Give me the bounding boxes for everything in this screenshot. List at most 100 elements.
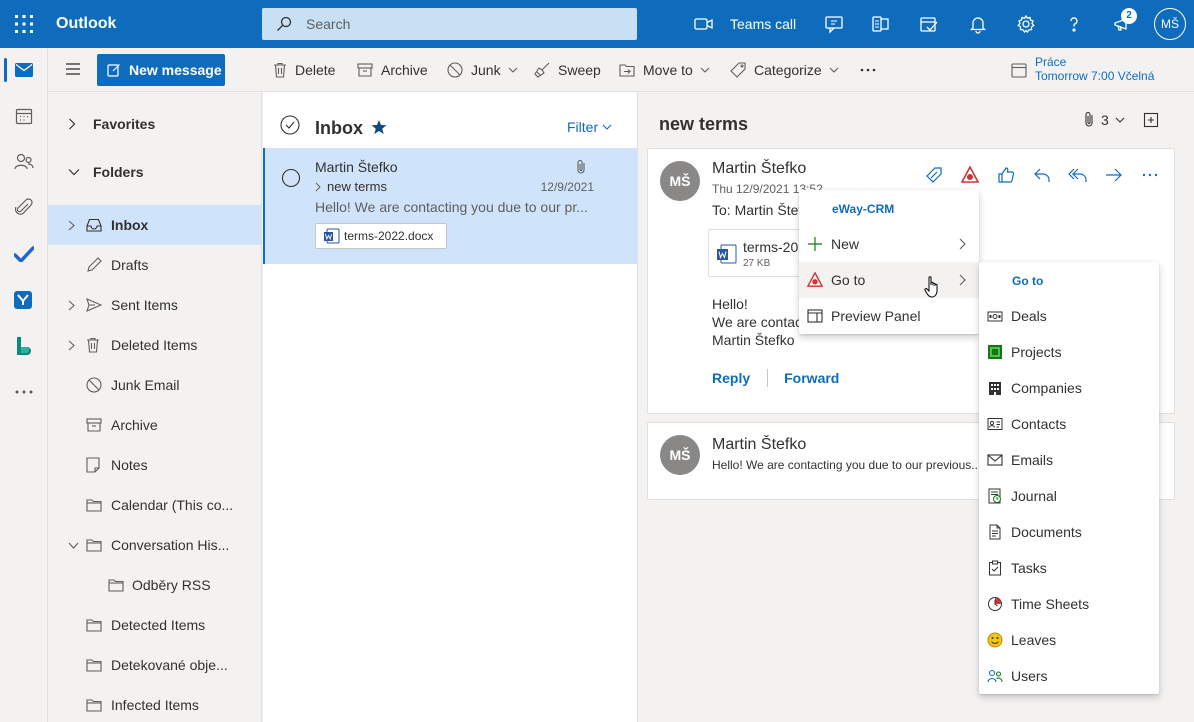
menu-item-tasks[interactable]: Tasks	[979, 550, 1159, 586]
teams-call-button[interactable]: Teams call	[694, 12, 796, 36]
reply-button[interactable]	[1024, 163, 1060, 187]
folder-calendar[interactable]: Calendar (This co...	[48, 485, 261, 525]
menu-item-time-sheets[interactable]: Time Sheets	[979, 586, 1159, 622]
paperclip-icon	[577, 159, 585, 174]
delete-button[interactable]: Delete	[273, 60, 335, 80]
folder-detekovane[interactable]: Detekované obje...	[48, 645, 261, 685]
menu-item-journal[interactable]: Journal	[979, 478, 1159, 514]
rail-bookings[interactable]	[0, 324, 48, 368]
word-doc-icon	[324, 228, 340, 244]
rail-files[interactable]	[0, 186, 48, 230]
folder-icon	[108, 578, 124, 592]
folder-icon	[86, 698, 102, 712]
categorize-button[interactable]: Categorize	[730, 60, 839, 80]
menu-item-label: New	[831, 236, 860, 252]
forward-link[interactable]: Forward	[784, 370, 839, 386]
folder-inbox[interactable]: Inbox	[48, 205, 261, 245]
hamburger-icon[interactable]	[65, 62, 81, 76]
menu-item-go-to[interactable]: Go to	[799, 262, 979, 298]
chevron-right-icon[interactable]	[315, 182, 321, 192]
rail-people[interactable]	[0, 140, 48, 184]
projects-icon	[988, 345, 1002, 359]
upcoming-event[interactable]: Práce Tomorrow 7:00 Včelná	[1011, 55, 1154, 83]
folder-detected-items[interactable]: Detected Items	[48, 605, 261, 645]
menu-item-companies[interactable]: Companies	[979, 370, 1159, 406]
move-to-button[interactable]: Move to	[619, 60, 710, 80]
sender-avatar[interactable]: MŠ	[660, 435, 700, 475]
star-icon[interactable]	[371, 119, 387, 135]
like-button[interactable]	[988, 163, 1024, 187]
menu-item-preview-panel[interactable]: Preview Panel	[799, 298, 979, 334]
reply-all-button[interactable]	[1060, 163, 1096, 187]
eway-link-button[interactable]	[916, 163, 952, 187]
junk-button[interactable]: Junk	[447, 60, 518, 80]
more-actions-button[interactable]	[860, 60, 876, 80]
rail-yammer[interactable]	[0, 278, 48, 322]
eway-crm-button[interactable]	[952, 163, 988, 187]
open-new-window-icon[interactable]	[1143, 112, 1159, 128]
attachment-count[interactable]: 3	[1101, 112, 1109, 128]
gear-icon[interactable]	[1014, 12, 1038, 36]
folder-junk-email[interactable]: Junk Email	[48, 365, 261, 405]
rail-mail[interactable]	[0, 48, 48, 92]
menu-item-deals[interactable]: Deals	[979, 298, 1159, 334]
office-apps-icon[interactable]	[869, 12, 893, 36]
reply-all-icon	[1068, 168, 1087, 182]
hand-cursor-icon	[924, 276, 938, 298]
conversation-subject: new terms	[659, 114, 749, 134]
attachment-tile[interactable]: terms-20 27 KB	[708, 229, 804, 277]
rail-more-apps[interactable]	[0, 370, 48, 414]
rail-calendar[interactable]	[0, 94, 48, 138]
sweep-button[interactable]: Sweep	[534, 60, 601, 80]
bell-icon[interactable]	[966, 12, 990, 36]
thumbs-up-icon	[998, 167, 1015, 183]
menu-item-emails[interactable]: Emails	[979, 442, 1159, 478]
favorites-header[interactable]: Favorites	[48, 104, 261, 144]
menu-item-projects[interactable]: Projects	[979, 334, 1159, 370]
sender-avatar[interactable]: MŠ	[660, 161, 700, 201]
more-message-actions-button[interactable]	[1132, 163, 1168, 187]
select-message-radio[interactable]	[281, 168, 301, 188]
folder-drafts[interactable]: Drafts	[48, 245, 261, 285]
folder-infected-items[interactable]: Infected Items	[48, 685, 261, 722]
folder-conversation-history[interactable]: Conversation His...	[48, 525, 261, 565]
search-input[interactable]	[306, 16, 626, 32]
select-all-checkbox[interactable]	[280, 115, 300, 135]
document-icon	[989, 524, 1001, 540]
menu-item-label: Contacts	[1011, 416, 1067, 432]
folder-deleted-items[interactable]: Deleted Items	[48, 325, 261, 365]
menu-item-new[interactable]: New	[799, 226, 979, 262]
menu-item-users[interactable]: Users	[979, 658, 1159, 694]
menu-item-documents[interactable]: Documents	[979, 514, 1159, 550]
user-avatar[interactable]: MŠ	[1154, 8, 1186, 40]
reply-link[interactable]: Reply	[712, 370, 750, 386]
forward-button[interactable]	[1096, 163, 1132, 187]
archive-button[interactable]: Archive	[357, 60, 428, 80]
chevron-down-icon[interactable]	[1115, 117, 1125, 123]
menu-item-contacts[interactable]: Contacts	[979, 406, 1159, 442]
folder-rss[interactable]: Odběry RSS	[48, 565, 261, 605]
calendar-icon	[15, 108, 33, 125]
feedback-icon[interactable]	[822, 12, 846, 36]
folder-notes[interactable]: Notes	[48, 445, 261, 485]
app-launcher-icon[interactable]	[14, 14, 34, 34]
folders-header[interactable]: Folders	[48, 152, 261, 192]
folder-archive[interactable]: Archive	[48, 405, 261, 445]
new-message-button[interactable]: New message	[97, 54, 225, 86]
sender-name[interactable]: Martin Štefko	[712, 160, 806, 178]
help-icon[interactable]	[1062, 12, 1086, 36]
menu-item-label: Emails	[1011, 452, 1054, 468]
divider	[767, 369, 769, 387]
attachment-chip[interactable]: terms-2022.docx	[315, 223, 447, 249]
message-item[interactable]: Martin Štefko new terms 12/9/2021 Hello!…	[263, 148, 638, 264]
menu-item-leaves[interactable]: Leaves	[979, 622, 1159, 658]
tasks-icon[interactable]	[917, 12, 941, 36]
filter-button[interactable]: Filter	[567, 119, 612, 135]
folder-sent-items[interactable]: Sent Items	[48, 285, 261, 325]
sender-name[interactable]: Martin Štefko	[712, 436, 806, 454]
search-box[interactable]	[262, 8, 637, 40]
chevron-down-icon	[508, 67, 517, 73]
app-title[interactable]: Outlook	[56, 15, 116, 33]
note-icon	[86, 457, 100, 473]
rail-todo[interactable]	[0, 232, 48, 276]
